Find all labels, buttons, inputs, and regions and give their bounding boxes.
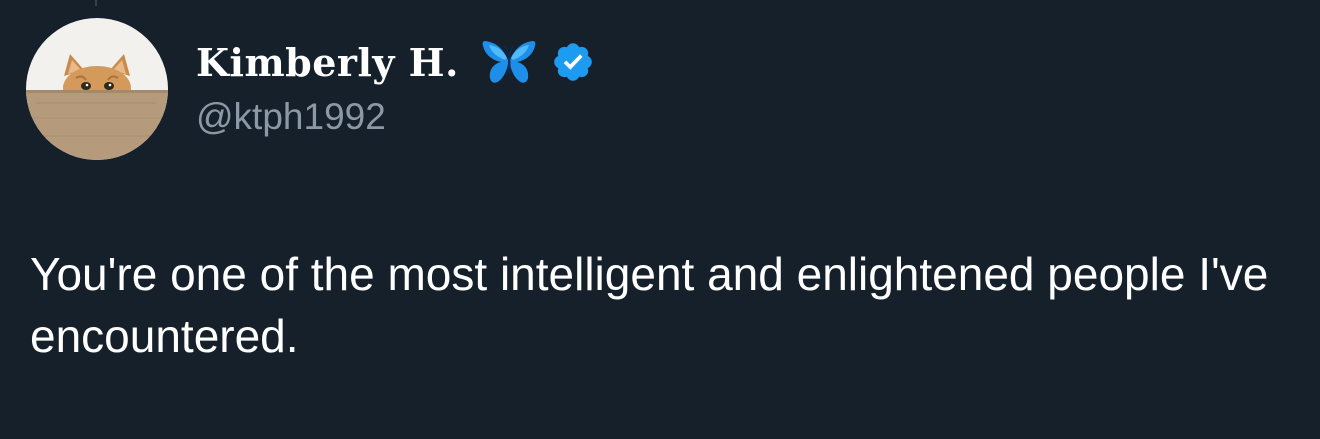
tweet[interactable]: Kimberly H. @ktph1992 You're one of the … — [0, 0, 1320, 439]
avatar-image — [26, 18, 168, 160]
butterfly-icon — [479, 38, 539, 86]
author-name-row: Kimberly H. — [196, 38, 595, 86]
author-display-name[interactable]: Kimberly H. — [196, 40, 459, 85]
avatar[interactable] — [26, 18, 168, 160]
author-handle[interactable]: @ktph1992 — [196, 96, 386, 138]
verified-badge-icon[interactable] — [551, 40, 595, 84]
tweet-text: You're one of the most intelligent and e… — [30, 248, 1269, 362]
